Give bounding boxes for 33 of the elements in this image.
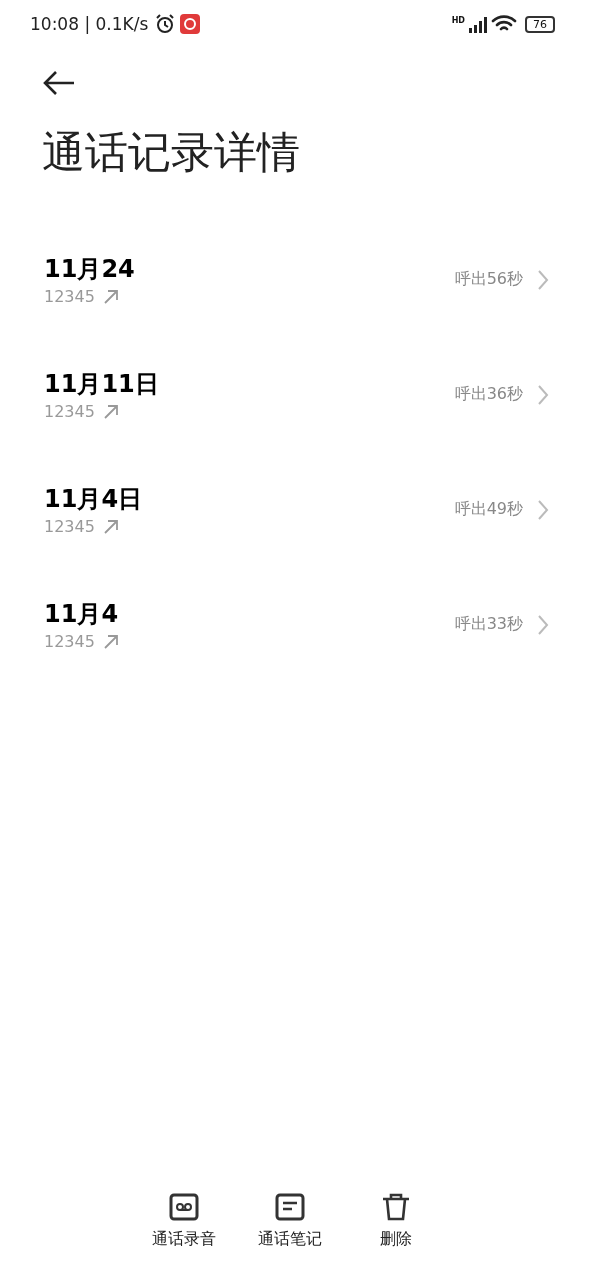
call-duration: 呼出33秒 bbox=[454, 614, 523, 635]
page-title: 通话记录详情 bbox=[42, 126, 301, 179]
call-duration: 呼出36秒 bbox=[454, 384, 523, 405]
call-date: 11月24 bbox=[44, 254, 136, 285]
call-date: 11月4 bbox=[44, 599, 120, 630]
chevron-right-icon bbox=[537, 268, 549, 291]
signal-icon bbox=[469, 15, 487, 33]
action-button[interactable]: 删除 bbox=[357, 1193, 434, 1250]
back-arrow-icon[interactable] bbox=[42, 70, 76, 96]
call-record-row[interactable]: 11月11日 12345 呼出36秒 bbox=[0, 337, 591, 452]
call-record-row[interactable]: 11月4日 12345 呼出49秒 bbox=[0, 452, 591, 567]
phone-number: 12345 bbox=[44, 402, 95, 421]
note-icon bbox=[274, 1193, 305, 1221]
call-duration: 呼出56秒 bbox=[454, 269, 523, 290]
phone-number: 12345 bbox=[44, 632, 95, 651]
chevron-right-icon bbox=[537, 613, 549, 636]
status-time: 10:08 | 0.1K/s bbox=[30, 14, 149, 34]
app-notification-icon bbox=[180, 14, 201, 34]
phone-number: 12345 bbox=[44, 517, 95, 536]
call-date: 11月4日 bbox=[44, 484, 144, 515]
network-type: HD bbox=[451, 16, 465, 25]
battery-level: 76 bbox=[525, 15, 555, 33]
chevron-right-icon bbox=[537, 498, 549, 521]
trash-icon bbox=[380, 1193, 411, 1221]
action-button[interactable]: 通话笔记 bbox=[251, 1193, 328, 1250]
call-duration: 呼出49秒 bbox=[454, 499, 523, 520]
call-date: 11月11日 bbox=[44, 369, 160, 400]
action-button[interactable]: 通话录音 bbox=[145, 1193, 222, 1250]
call-record-row[interactable]: 11月4 12345 呼出33秒 bbox=[0, 567, 591, 682]
phone-number: 12345 bbox=[44, 287, 95, 306]
call-record-row[interactable]: 11月24 12345 呼出56秒 bbox=[0, 222, 591, 337]
chevron-right-icon bbox=[537, 383, 549, 406]
tape-icon bbox=[168, 1193, 199, 1221]
